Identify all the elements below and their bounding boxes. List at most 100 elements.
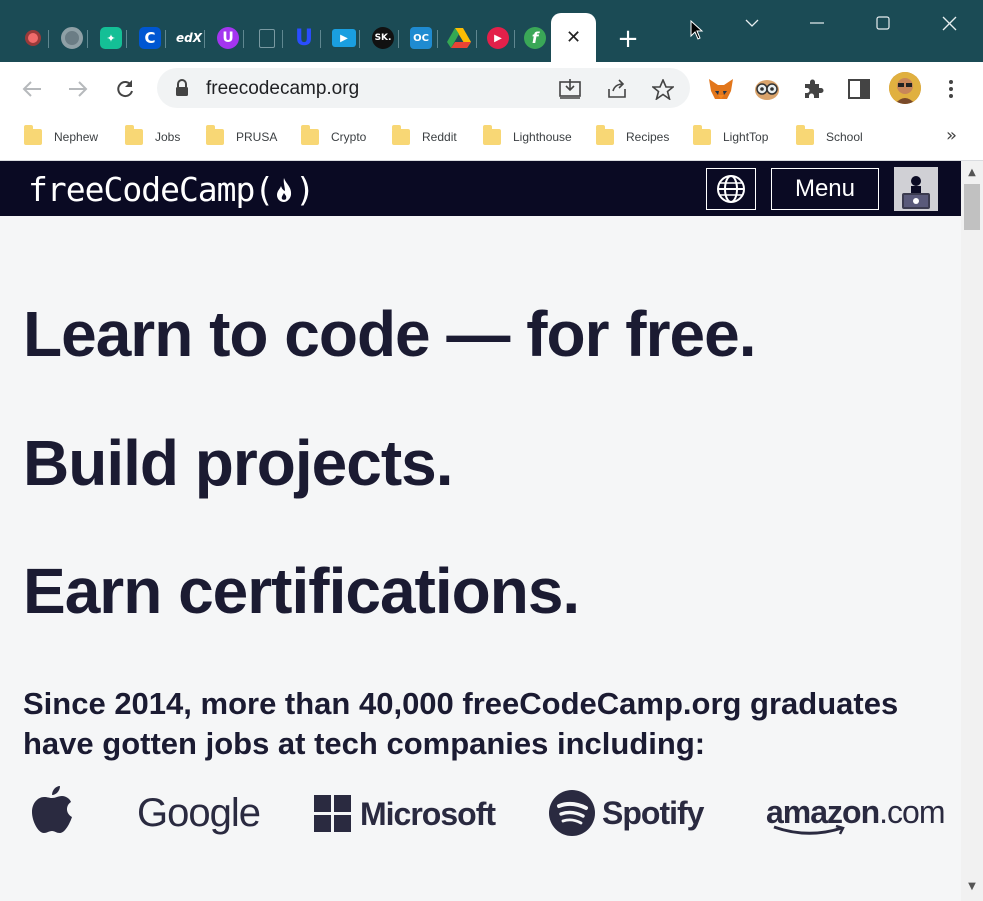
- scroll-down-icon[interactable]: ▼: [966, 881, 978, 893]
- tab-strip: ✦ C edX U U ▶ SK. OC ▶ f ✕ +: [0, 0, 983, 62]
- amazon-suffix: .com: [879, 794, 945, 830]
- tab-separator: [359, 30, 360, 48]
- bookmark-school[interactable]: School: [796, 123, 863, 151]
- close-window-button[interactable]: [929, 8, 969, 38]
- bookmark-reddit[interactable]: Reddit: [392, 123, 457, 151]
- tab-separator: [398, 30, 399, 48]
- language-button[interactable]: [706, 168, 756, 210]
- bookmark-jobs[interactable]: Jobs: [125, 123, 180, 151]
- chevron-down-icon: [745, 19, 759, 27]
- tab-google-drive[interactable]: [443, 22, 475, 54]
- camper-avatar-icon: [902, 176, 930, 209]
- freecodecamp-tab-icon: f: [524, 27, 546, 49]
- tab-freecodecamp-other[interactable]: f: [519, 22, 551, 54]
- tab-search-button[interactable]: [732, 8, 772, 38]
- tab-openclassrooms[interactable]: OC: [405, 22, 437, 54]
- tab-separator: [204, 30, 205, 48]
- maximize-button[interactable]: [863, 8, 903, 38]
- bookmark-recipes[interactable]: Recipes: [596, 123, 669, 151]
- close-tab-icon[interactable]: ✕: [566, 27, 581, 48]
- folder-icon: [796, 125, 814, 145]
- tab-video[interactable]: ▶: [328, 22, 360, 54]
- tab-active[interactable]: ✕: [551, 13, 596, 62]
- tab-udemy[interactable]: U: [212, 22, 244, 54]
- menu-button[interactable]: Menu: [771, 168, 879, 210]
- glasses-extension[interactable]: [753, 75, 781, 103]
- tab-chrome[interactable]: [56, 22, 88, 54]
- star-icon: [652, 78, 674, 100]
- extensions-button[interactable]: [799, 75, 827, 103]
- scrollbar-thumb[interactable]: [964, 184, 980, 230]
- folder-icon: [693, 125, 711, 145]
- record-icon: [25, 30, 41, 46]
- microsoft-icon: [314, 795, 351, 832]
- bookmark-label: Recipes: [626, 130, 670, 144]
- tab-edx[interactable]: edX: [173, 22, 205, 54]
- tab-separator: [48, 30, 49, 48]
- tab-khan-academy[interactable]: ✦: [95, 22, 127, 54]
- bookmark-lighthouse[interactable]: Lighthouse: [483, 123, 572, 151]
- tab-youtube-play[interactable]: ▶: [482, 22, 514, 54]
- spotify-logo: Spotify: [548, 789, 704, 837]
- browser-menu-button[interactable]: [937, 75, 965, 103]
- kebab-menu-icon: [949, 80, 953, 98]
- tab-udacity[interactable]: U: [288, 22, 320, 54]
- bookmark-label: Jobs: [155, 130, 181, 144]
- tab-coursera[interactable]: C: [134, 22, 166, 54]
- minimize-icon: [810, 22, 824, 24]
- flame-icon: [277, 178, 292, 202]
- reload-button[interactable]: [110, 74, 140, 104]
- new-tab-button[interactable]: +: [613, 24, 643, 54]
- maximize-icon: [876, 16, 890, 30]
- tab-separator: [476, 30, 477, 48]
- document-icon: [259, 28, 275, 48]
- forward-button[interactable]: [63, 74, 93, 104]
- back-button[interactable]: [17, 74, 47, 104]
- globe-icon: [717, 175, 745, 203]
- share-button[interactable]: [604, 76, 630, 102]
- minimize-button[interactable]: [797, 8, 837, 38]
- folder-icon: [392, 125, 410, 145]
- metamask-extension[interactable]: [707, 75, 735, 103]
- tab-separator: [437, 30, 438, 48]
- lock-icon[interactable]: [175, 79, 189, 97]
- bookmark-star-button[interactable]: [650, 76, 676, 102]
- profile-avatar[interactable]: [889, 72, 921, 104]
- bookmark-lighttop[interactable]: LightTop: [693, 123, 768, 151]
- chrome-icon: [61, 27, 83, 49]
- tab-record[interactable]: [17, 22, 49, 54]
- bookmark-crypto[interactable]: Crypto: [301, 123, 366, 151]
- bookmarks-bar: Nephew Jobs PRUSA Crypto Reddit Lighthou…: [0, 115, 983, 161]
- openclassrooms-icon: OC: [410, 27, 432, 49]
- microsoft-label: Microsoft: [360, 795, 496, 832]
- bookmarks-overflow-button[interactable]: »: [946, 125, 957, 146]
- apple-icon: [32, 786, 72, 833]
- skillshare-icon: SK.: [372, 27, 394, 49]
- avatar-icon: [889, 72, 921, 104]
- bookmark-prusa[interactable]: PRUSA: [206, 123, 277, 151]
- video-icon: ▶: [332, 29, 356, 47]
- tab-separator: [243, 30, 244, 48]
- install-app-button[interactable]: [557, 76, 583, 102]
- bookmark-label: LightTop: [723, 130, 769, 144]
- install-icon: [559, 79, 581, 99]
- bookmark-label: Nephew: [54, 130, 99, 144]
- bookmark-nephew[interactable]: Nephew: [24, 123, 98, 151]
- folder-icon: [301, 125, 319, 145]
- page-viewport: freeCodeCamp() Menu Learn to code — for …: [0, 161, 961, 901]
- tab-skillshare[interactable]: SK.: [367, 22, 399, 54]
- address-bar[interactable]: freecodecamp.org: [157, 68, 690, 108]
- reload-icon: [117, 80, 133, 98]
- page-scrollbar[interactable]: ▲ ▼: [961, 161, 983, 901]
- folder-icon: [206, 125, 224, 145]
- site-logo[interactable]: freeCodeCamp(): [28, 170, 315, 209]
- scroll-up-icon[interactable]: ▲: [966, 167, 978, 179]
- coursera-icon: C: [139, 27, 161, 49]
- user-avatar-button[interactable]: [894, 167, 938, 211]
- folder-icon: [24, 125, 42, 145]
- tab-separator: [282, 30, 283, 48]
- side-panel-button[interactable]: [845, 75, 873, 103]
- tab-document[interactable]: [251, 22, 283, 54]
- google-logo: Google: [137, 791, 261, 835]
- url-text[interactable]: freecodecamp.org: [206, 78, 359, 100]
